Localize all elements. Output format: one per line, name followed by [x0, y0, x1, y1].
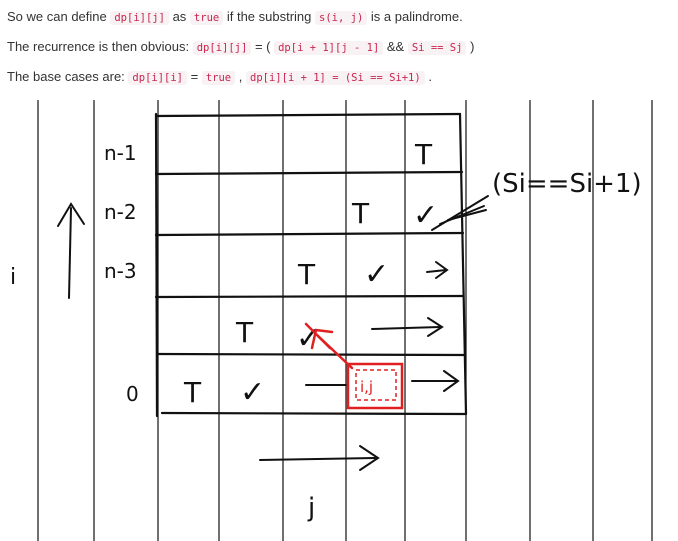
code-true-2: true	[201, 71, 236, 85]
code-si-eq-sj: Si == Sj	[407, 41, 467, 55]
target-cell-ij: i,j	[346, 362, 404, 410]
code-dp-ii: dp[i][i]	[128, 71, 187, 85]
svg-text:T: T	[414, 138, 433, 171]
cell-label-ij: i,j	[360, 378, 373, 396]
svg-text:T: T	[297, 258, 316, 291]
base-case-line: The base cases are: dp[i][i] = true , dp…	[7, 69, 432, 85]
annotation-si-eq-si1: (Si==Si+1)	[492, 169, 642, 199]
code-dp-inner: dp[i + 1][j - 1]	[274, 41, 384, 55]
red-dependency-arrow	[304, 322, 354, 370]
svg-text:✓: ✓	[364, 257, 389, 292]
axis-label-i: i	[10, 265, 16, 290]
definition-line: So we can define dp[i][j] as true if the…	[7, 9, 463, 25]
i-axis-arrow	[57, 202, 85, 299]
svg-text:T: T	[351, 197, 370, 230]
row-label-n-3: n-3	[104, 259, 137, 283]
svg-text:T: T	[235, 316, 254, 349]
code-substring: s(i, j)	[315, 11, 368, 25]
axis-label-j: j	[307, 493, 315, 523]
annotation-arrows	[431, 195, 489, 231]
check-marks: ✓ ✓ ✓	[240, 198, 438, 410]
explanation-text: So we can define dp[i][j] as true if the…	[7, 8, 671, 98]
code-dp-ij: dp[i][j]	[110, 11, 169, 25]
row-label-n-2: n-2	[104, 200, 137, 224]
row-label-0: 0	[126, 382, 139, 406]
code-dp-ij-2: dp[i][j]	[192, 41, 252, 55]
row-labels: n-1 n-2 n-3 0	[104, 141, 139, 406]
svg-text:✓: ✓	[240, 375, 265, 410]
j-axis-arrow	[259, 445, 380, 471]
row-label-n-1: n-1	[104, 141, 137, 165]
svg-text:T: T	[183, 376, 202, 409]
paper-ruling	[37, 100, 653, 541]
handwritten-dp-table-sketch: n-1 n-2 n-3 0 i j T T T T T ✓ ✓ ✓ ✓ i,j …	[10, 100, 653, 541]
recurrence-line: The recurrence is then obvious: dp[i][j]…	[7, 39, 475, 55]
code-true: true	[189, 11, 224, 25]
true-marks: T T T T T	[183, 138, 433, 409]
code-dp-i-i1: dp[i][i + 1] = (Si == Si+1)	[246, 71, 425, 85]
